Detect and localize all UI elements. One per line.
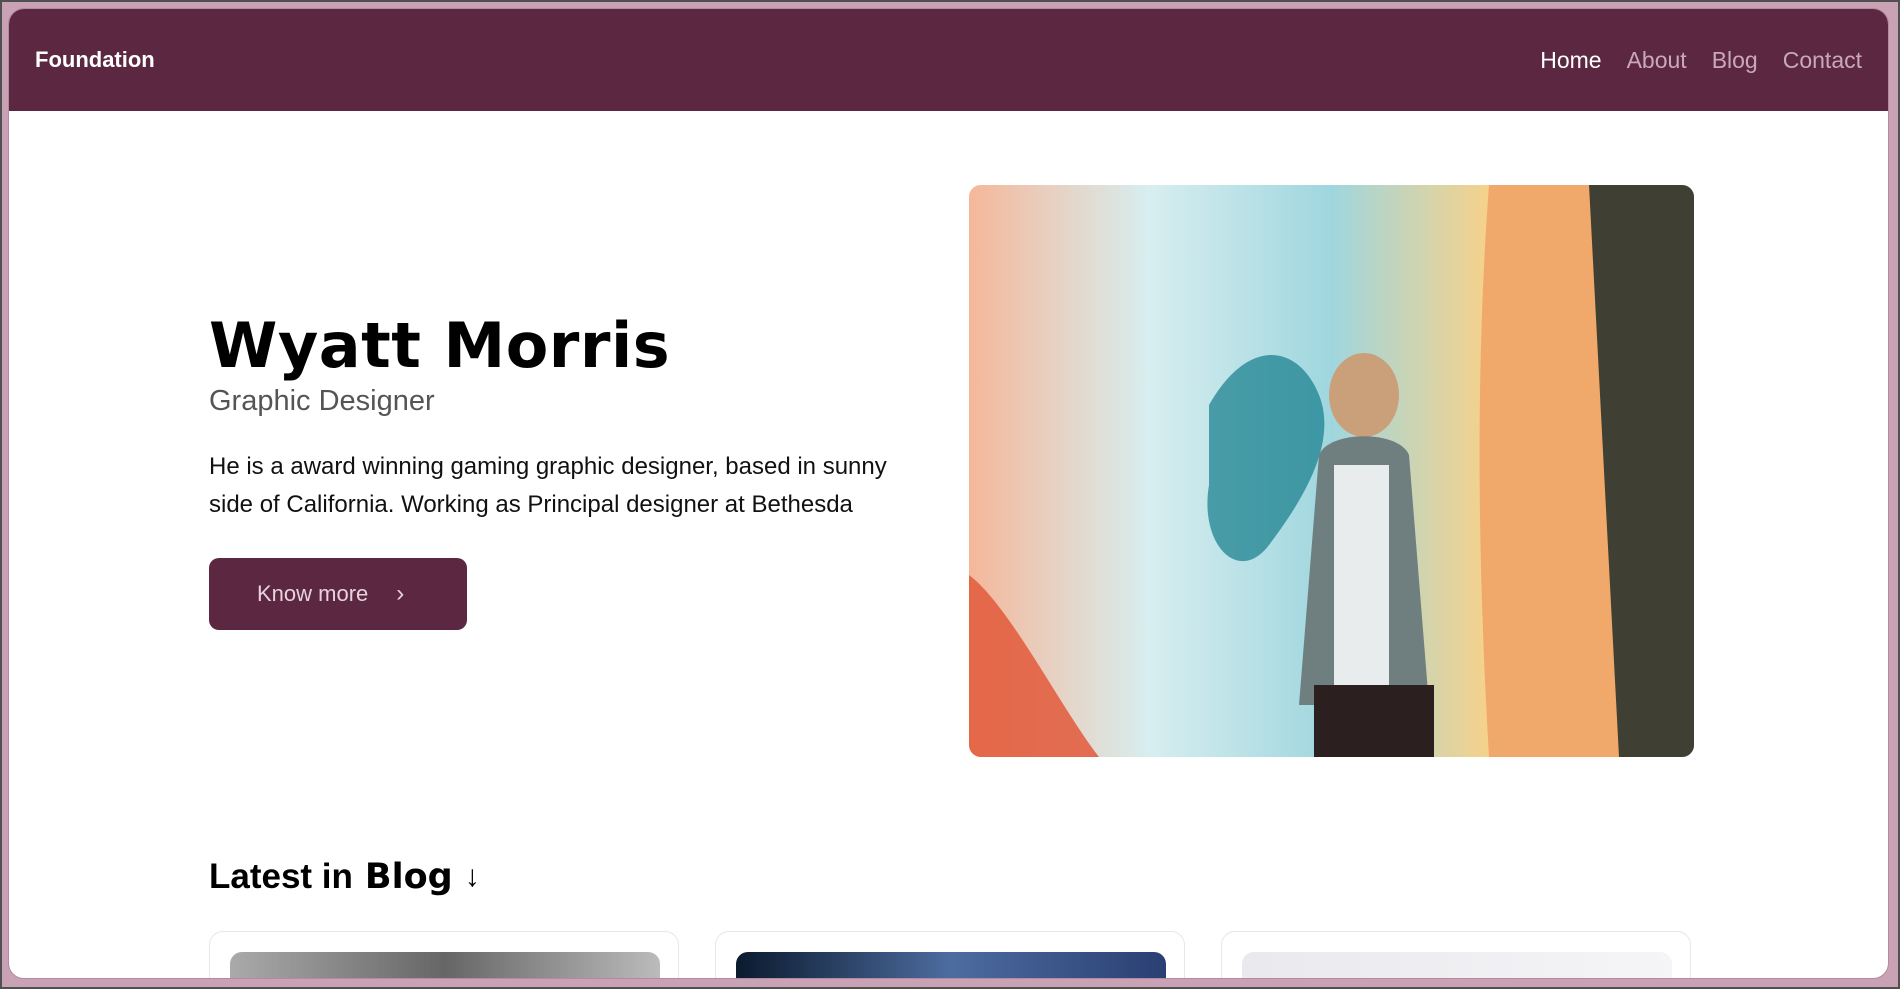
blog-card-thumbnail — [230, 952, 660, 978]
blog-card[interactable] — [1221, 931, 1691, 978]
nav-blog[interactable]: Blog — [1712, 47, 1758, 74]
arrow-down-icon: ↓ — [464, 860, 480, 893]
blog-heading: Latest in Blog ↓ — [209, 857, 480, 897]
hero-person-pants — [1314, 685, 1434, 757]
blog-card-thumbnail — [1242, 952, 1672, 978]
page-window: Foundation Home About Blog Contact Wyatt… — [8, 8, 1889, 979]
know-more-label: Know more — [257, 581, 369, 606]
hero-person-head — [1329, 353, 1399, 437]
hero-image — [969, 185, 1694, 757]
blog-cards — [209, 931, 1691, 978]
chevron-right-icon: › — [396, 580, 405, 607]
hero-art-svg — [969, 185, 1694, 757]
blog-heading-prefix: Latest in — [209, 857, 353, 896]
blog-card[interactable] — [209, 931, 679, 978]
hero-person-shirt — [1334, 465, 1389, 685]
blog-card-thumbnail — [736, 952, 1166, 978]
blog-card[interactable] — [715, 931, 1185, 978]
know-more-button[interactable]: Know more › — [209, 558, 467, 630]
brand-logo-text[interactable]: Foundation — [35, 47, 155, 73]
top-navbar: Foundation Home About Blog Contact — [9, 9, 1888, 111]
hero-name: Wyatt Morris — [209, 309, 671, 382]
nav-home[interactable]: Home — [1540, 47, 1601, 74]
hero-description: He is a award winning gaming graphic des… — [209, 453, 887, 518]
blog-heading-strong: Blog — [364, 857, 453, 897]
nav-contact[interactable]: Contact — [1783, 47, 1862, 74]
nav-about[interactable]: About — [1627, 47, 1687, 74]
hero-role: Graphic Designer — [209, 385, 435, 417]
hero-intro: Wyatt Morris Graphic Designer He is a aw… — [209, 309, 929, 630]
main-navigation: Home About Blog Contact — [1540, 47, 1862, 74]
